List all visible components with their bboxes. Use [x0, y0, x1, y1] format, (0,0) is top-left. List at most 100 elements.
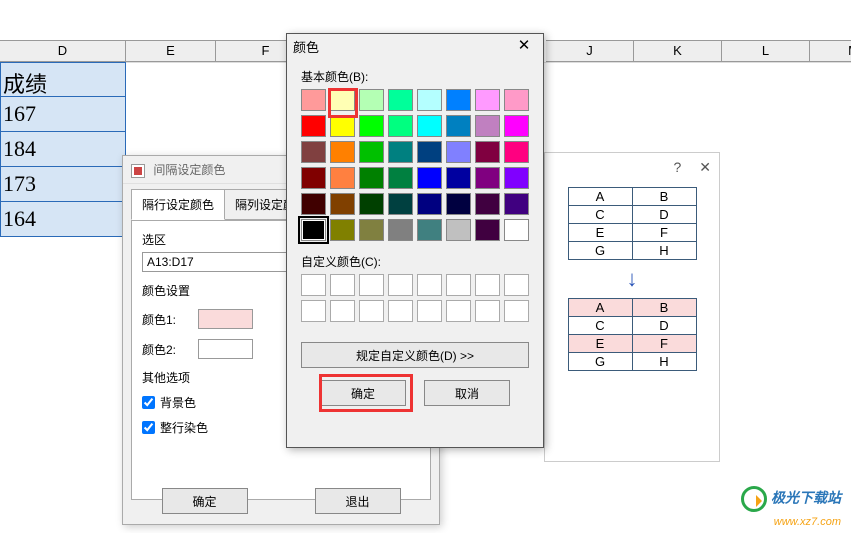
color-swatch[interactable]: [475, 193, 500, 215]
example-cell: H: [632, 242, 696, 260]
color-swatch[interactable]: [388, 141, 413, 163]
dialog-title: 间隔设定颜色: [153, 163, 225, 177]
color-swatch[interactable]: [301, 115, 326, 137]
cell[interactable]: 成绩: [0, 62, 126, 97]
color-swatch[interactable]: [330, 141, 355, 163]
color-swatch[interactable]: [417, 141, 442, 163]
color-swatch[interactable]: [417, 115, 442, 137]
color-swatch[interactable]: [504, 141, 529, 163]
color-picker-dialog: 颜色 ✕ 基本颜色(B): 自定义颜色(C): 规定自定义颜色(D) >> 确定…: [286, 33, 544, 448]
custom-color-slot[interactable]: [475, 300, 500, 322]
help-icon[interactable]: ?: [673, 159, 681, 175]
color-swatch[interactable]: [475, 167, 500, 189]
color-swatch[interactable]: [359, 89, 384, 111]
ok-button[interactable]: 确定: [162, 488, 248, 514]
color-swatch[interactable]: [504, 193, 529, 215]
column-header[interactable]: K: [634, 40, 722, 62]
color-swatch[interactable]: [388, 219, 413, 241]
color-swatch[interactable]: [359, 219, 384, 241]
color-swatch[interactable]: [504, 219, 529, 241]
example-cell: B: [632, 188, 696, 206]
color-swatch[interactable]: [446, 219, 471, 241]
color-swatch[interactable]: [330, 193, 355, 215]
custom-color-slot[interactable]: [388, 300, 413, 322]
custom-color-slot[interactable]: [301, 274, 326, 296]
custom-color-slot[interactable]: [504, 300, 529, 322]
color2-swatch[interactable]: [198, 339, 253, 359]
color-swatch[interactable]: [301, 141, 326, 163]
color-swatch[interactable]: [504, 167, 529, 189]
color-swatch[interactable]: [417, 219, 442, 241]
color-swatch[interactable]: [417, 89, 442, 111]
selected-cells: 成绩167184173164: [0, 62, 126, 237]
custom-color-slot[interactable]: [446, 274, 471, 296]
color-swatch[interactable]: [330, 115, 355, 137]
custom-color-slot[interactable]: [301, 300, 326, 322]
color-ok-button[interactable]: 确定: [320, 380, 406, 406]
color-swatch[interactable]: [417, 167, 442, 189]
color-swatch[interactable]: [301, 167, 326, 189]
color-swatch[interactable]: [388, 167, 413, 189]
logo-icon: [741, 486, 767, 512]
custom-color-slot[interactable]: [330, 300, 355, 322]
cell[interactable]: 184: [0, 132, 126, 167]
column-header[interactable]: L: [722, 40, 810, 62]
custom-color-slot[interactable]: [417, 274, 442, 296]
color-swatch[interactable]: [504, 115, 529, 137]
custom-color-slot[interactable]: [359, 274, 384, 296]
tab-row-color[interactable]: 隔行设定颜色: [131, 189, 225, 220]
color-swatch[interactable]: [475, 89, 500, 111]
color-swatch[interactable]: [301, 219, 326, 241]
color-swatch[interactable]: [446, 193, 471, 215]
basic-colors-label: 基本颜色(B):: [301, 68, 529, 85]
color-swatch[interactable]: [446, 167, 471, 189]
color-swatch[interactable]: [359, 141, 384, 163]
column-header[interactable]: M: [810, 40, 851, 62]
color-swatch[interactable]: [301, 193, 326, 215]
color-swatch[interactable]: [388, 193, 413, 215]
color-cancel-button[interactable]: 取消: [424, 380, 510, 406]
color-swatch[interactable]: [330, 89, 355, 111]
example-cell: F: [632, 335, 696, 353]
custom-color-slot[interactable]: [388, 274, 413, 296]
color-swatch[interactable]: [446, 89, 471, 111]
color-swatch[interactable]: [330, 167, 355, 189]
example-cell: D: [632, 317, 696, 335]
color-swatch[interactable]: [475, 115, 500, 137]
color-swatch[interactable]: [417, 193, 442, 215]
custom-color-slot[interactable]: [359, 300, 384, 322]
example-cell: D: [632, 206, 696, 224]
color-swatch[interactable]: [446, 141, 471, 163]
color-swatch[interactable]: [301, 89, 326, 111]
custom-colors-label: 自定义颜色(C):: [301, 253, 529, 270]
cell[interactable]: 167: [0, 97, 126, 132]
column-header[interactable]: E: [126, 40, 216, 62]
color-swatch[interactable]: [504, 89, 529, 111]
color-swatch[interactable]: [388, 89, 413, 111]
example-cell: F: [632, 224, 696, 242]
close-icon[interactable]: ✕: [511, 36, 537, 56]
custom-color-slot[interactable]: [446, 300, 471, 322]
color-swatch[interactable]: [359, 167, 384, 189]
custom-color-slot[interactable]: [417, 300, 442, 322]
exit-button[interactable]: 退出: [315, 488, 401, 514]
custom-color-slot[interactable]: [330, 274, 355, 296]
color-swatch[interactable]: [359, 115, 384, 137]
color-swatch[interactable]: [359, 193, 384, 215]
example-cell: G: [568, 242, 632, 260]
color-swatch[interactable]: [388, 115, 413, 137]
color-swatch[interactable]: [475, 141, 500, 163]
cell[interactable]: 173: [0, 167, 126, 202]
custom-color-slot[interactable]: [504, 274, 529, 296]
color-swatch[interactable]: [446, 115, 471, 137]
column-header[interactable]: J: [546, 40, 634, 62]
color1-swatch[interactable]: [198, 309, 253, 329]
custom-color-slot[interactable]: [475, 274, 500, 296]
define-custom-button[interactable]: 规定自定义颜色(D) >>: [301, 342, 529, 368]
cell[interactable]: 164: [0, 202, 126, 237]
close-icon[interactable]: ✕: [699, 159, 711, 176]
example-cell: B: [632, 299, 696, 317]
color-swatch[interactable]: [330, 219, 355, 241]
column-header[interactable]: D: [0, 40, 126, 62]
color-swatch[interactable]: [475, 219, 500, 241]
